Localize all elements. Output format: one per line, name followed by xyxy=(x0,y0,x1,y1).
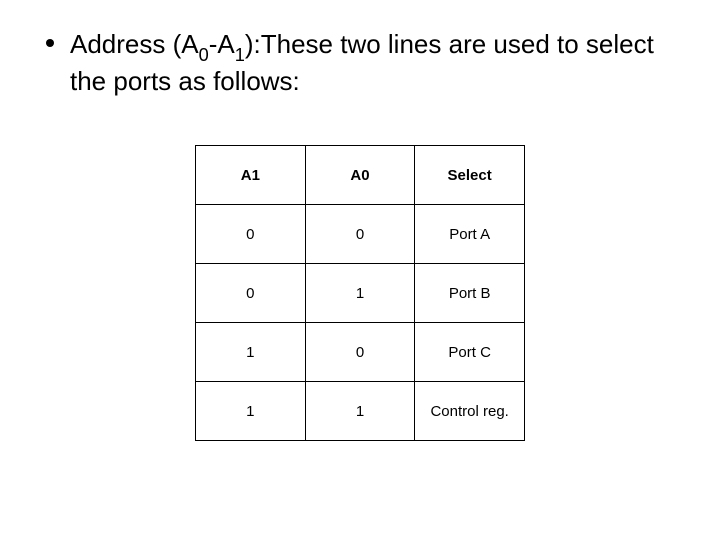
col-header-select: Select xyxy=(415,146,525,205)
table-container: A1 A0 Select 0 0 Port A 0 1 Port B 1 0 P… xyxy=(40,145,680,441)
bullet-text-part: -A xyxy=(209,29,235,59)
cell-select: Port A xyxy=(415,205,525,264)
cell-a1: 1 xyxy=(196,382,306,441)
slide: Address (A0-A1):These two lines are used… xyxy=(0,0,720,540)
table-row: 1 1 Control reg. xyxy=(196,382,525,441)
cell-a0: 0 xyxy=(305,205,415,264)
cell-a0: 1 xyxy=(305,264,415,323)
cell-select: Port C xyxy=(415,323,525,382)
col-header-a1: A1 xyxy=(196,146,306,205)
cell-a1: 0 xyxy=(196,205,306,264)
bullet-text-part: Address (A xyxy=(70,29,199,59)
bullet-item: Address (A0-A1):These two lines are used… xyxy=(46,28,670,97)
bullet-text: Address (A0-A1):These two lines are used… xyxy=(70,28,670,97)
cell-a1: 0 xyxy=(196,264,306,323)
cell-select: Control reg. xyxy=(415,382,525,441)
table-row: 1 0 Port C xyxy=(196,323,525,382)
cell-a0: 0 xyxy=(305,323,415,382)
cell-select: Port B xyxy=(415,264,525,323)
col-header-a0: A0 xyxy=(305,146,415,205)
cell-a1: 1 xyxy=(196,323,306,382)
table-row: 0 0 Port A xyxy=(196,205,525,264)
table-row: 0 1 Port B xyxy=(196,264,525,323)
table-header-row: A1 A0 Select xyxy=(196,146,525,205)
bullet-dot-icon xyxy=(46,39,54,47)
subscript-a0: 0 xyxy=(199,45,209,65)
cell-a0: 1 xyxy=(305,382,415,441)
address-select-table: A1 A0 Select 0 0 Port A 0 1 Port B 1 0 P… xyxy=(195,145,525,441)
subscript-a1: 1 xyxy=(235,45,245,65)
